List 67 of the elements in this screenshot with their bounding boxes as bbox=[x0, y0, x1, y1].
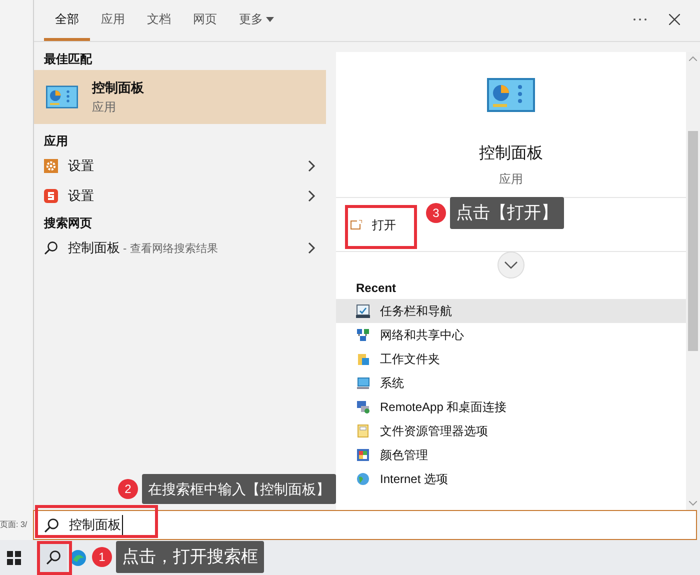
search-icon bbox=[44, 518, 59, 532]
open-window-icon bbox=[350, 220, 362, 230]
browser-icon[interactable] bbox=[69, 548, 87, 566]
taskbar-search-button[interactable] bbox=[39, 544, 67, 572]
section-heading: 搜索网页 bbox=[42, 215, 93, 232]
recent-item[interactable]: 文件资源管理器选项 bbox=[336, 419, 686, 443]
app-result-item[interactable]: 设置 bbox=[34, 181, 326, 211]
recent-item[interactable]: Internet 选项 bbox=[336, 467, 686, 491]
control-panel-icon bbox=[46, 85, 78, 109]
item-label: Internet 选项 bbox=[380, 471, 448, 488]
taskbar-icon bbox=[356, 304, 370, 318]
windows-start-icon[interactable] bbox=[7, 550, 21, 564]
folder-icon bbox=[356, 352, 370, 366]
item-label: 系统 bbox=[380, 375, 404, 392]
item-label: 设置 bbox=[68, 157, 95, 176]
item-label: 文件资源管理器选项 bbox=[380, 423, 488, 440]
remote-desktop-icon bbox=[356, 400, 370, 414]
gear-icon bbox=[44, 159, 58, 173]
chevron-right-icon bbox=[308, 160, 316, 172]
chevron-right-icon bbox=[308, 190, 316, 202]
folder-options-icon bbox=[356, 424, 370, 438]
recent-item[interactable]: 任务栏和导航 bbox=[336, 299, 686, 323]
web-search-item[interactable]: 控制面板 - 查看网络搜索结果 bbox=[34, 233, 326, 263]
globe-icon bbox=[356, 472, 370, 486]
item-label: 工作文件夹 bbox=[380, 351, 440, 368]
item-label: 网络和共享中心 bbox=[380, 327, 464, 344]
s-logo-icon bbox=[44, 189, 58, 203]
section-heading: 应用 bbox=[43, 133, 69, 150]
section-heading: 最佳匹配 bbox=[43, 51, 93, 68]
computer-icon bbox=[356, 376, 370, 390]
recent-item[interactable]: 工作文件夹 bbox=[336, 347, 686, 371]
annotation-callout: 在搜索框中输入【控制面板】 bbox=[142, 474, 336, 504]
item-subtitle: 应用 bbox=[92, 98, 117, 116]
item-label: 控制面板 - 查看网络搜索结果 bbox=[68, 239, 219, 258]
search-icon bbox=[44, 241, 58, 255]
filter-tab[interactable]: 应用 bbox=[90, 4, 136, 41]
search-icon bbox=[46, 550, 60, 565]
recent-item[interactable]: 网络和共享中心 bbox=[336, 323, 686, 347]
recent-item[interactable]: 系统 bbox=[336, 371, 686, 395]
chevron-right-icon bbox=[308, 242, 316, 254]
filter-tab[interactable]: 文档 bbox=[136, 4, 182, 41]
item-label: 颜色管理 bbox=[380, 447, 428, 464]
close-icon[interactable] bbox=[669, 14, 680, 25]
network-icon bbox=[356, 328, 370, 342]
search-field[interactable]: 控制面板 bbox=[33, 510, 697, 540]
recent-item[interactable]: RemoteApp 和桌面连接 bbox=[336, 395, 686, 419]
filter-tab[interactable]: 全部 bbox=[44, 4, 90, 41]
annotation-callout: 点击，打开搜索框 bbox=[116, 541, 264, 573]
recent-heading: Recent bbox=[355, 280, 398, 297]
annotation-callout: 点击【打开】 bbox=[450, 197, 564, 229]
recent-item[interactable]: 颜色管理 bbox=[336, 443, 686, 467]
color-management-icon bbox=[356, 448, 370, 462]
filter-tab[interactable]: 更多 bbox=[228, 4, 285, 41]
best-match-item[interactable]: 控制面板 应用 bbox=[34, 70, 326, 124]
app-result-item[interactable]: 设置 bbox=[34, 151, 326, 181]
app-subtitle: 应用 bbox=[499, 171, 523, 188]
control-panel-icon bbox=[487, 78, 535, 112]
item-label: 设置 bbox=[68, 187, 95, 206]
search-text: 控制面板 bbox=[69, 515, 123, 535]
item-label: RemoteApp 和桌面连接 bbox=[380, 399, 507, 416]
expand-chevron-icon[interactable] bbox=[497, 251, 525, 279]
app-title: 控制面板 bbox=[479, 144, 543, 164]
filter-tab[interactable]: 网页 bbox=[182, 4, 228, 41]
item-title: 控制面板 bbox=[92, 79, 144, 98]
item-label: 任务栏和导航 bbox=[380, 303, 452, 320]
more-options-icon[interactable] bbox=[633, 18, 647, 21]
page-indicator: 页面: 3/ bbox=[0, 519, 28, 531]
